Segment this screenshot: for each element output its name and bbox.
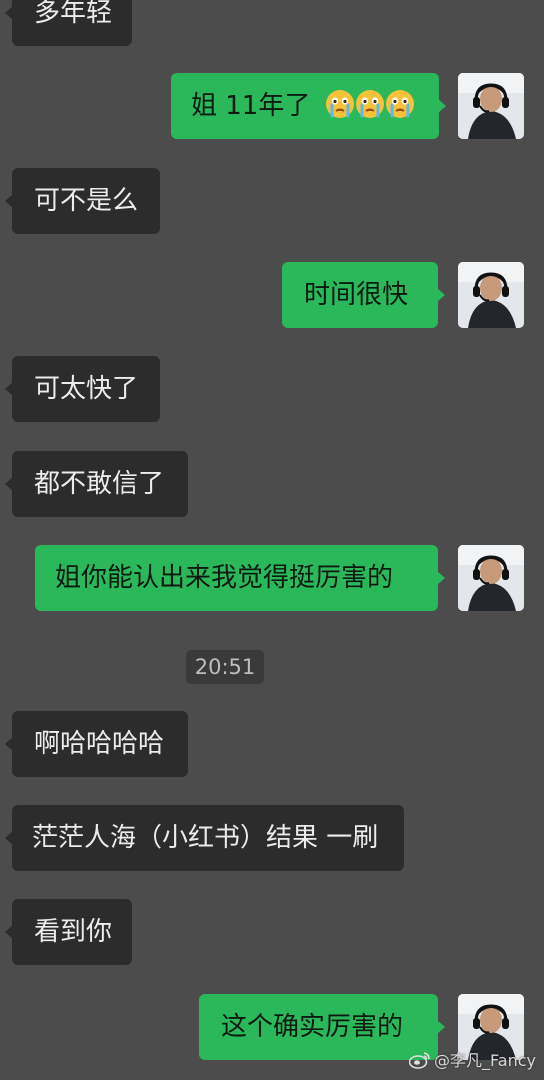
crying-face-icon [355, 89, 385, 119]
message-bubble[interactable]: 时间很快 [282, 262, 445, 328]
message-text: 看到你 [34, 917, 113, 947]
message-bubble[interactable]: 这个确实厉害的 [199, 994, 445, 1060]
message-text: 姐 11年了 [191, 91, 311, 121]
message-bubble[interactable]: 看到你 [5, 899, 132, 965]
message-text: 啊哈哈哈哈 [34, 729, 165, 759]
weibo-icon [408, 1051, 431, 1069]
message-bubble[interactable]: 姐你能认出来我觉得挺厉害的 [35, 545, 445, 611]
message-bubble[interactable]: 可太快了 [5, 356, 160, 422]
watermark-text: @李凡_Fancy [434, 1051, 536, 1070]
message-text: 茫茫人海（小红书）结果 一刷 [32, 823, 379, 853]
message-bubble[interactable]: 多年轻 [5, 0, 132, 46]
avatar[interactable] [458, 545, 524, 611]
watermark: @李凡_Fancy [408, 1048, 536, 1074]
message-text: 多年轻 [34, 0, 113, 28]
message-bubble[interactable]: 都不敢信了 [5, 451, 188, 517]
crying-face-icon [325, 89, 355, 119]
message-text: 时间很快 [304, 280, 409, 310]
message-bubble[interactable]: 姐 11年了 [171, 73, 446, 139]
message-text: 都不敢信了 [34, 469, 165, 499]
message-timestamp: 20:51 [186, 650, 264, 684]
avatar[interactable] [458, 73, 524, 139]
message-text: 可不是么 [34, 186, 139, 216]
message-bubble[interactable]: 茫茫人海（小红书）结果 一刷 [5, 805, 404, 871]
message-text: 可太快了 [34, 374, 139, 404]
avatar[interactable] [458, 262, 524, 328]
message-text: 这个确实厉害的 [221, 1012, 404, 1042]
message-bubble[interactable]: 可不是么 [5, 168, 160, 234]
message-text: 姐你能认出来我觉得挺厉害的 [55, 563, 394, 593]
chat-window: 多年轻 姐 11年了 可不是么 时间很快 可太快了 都不敢信了 姐你能认出来我觉… [0, 0, 544, 1080]
crying-face-icon [385, 89, 415, 119]
message-bubble[interactable]: 啊哈哈哈哈 [5, 711, 188, 777]
